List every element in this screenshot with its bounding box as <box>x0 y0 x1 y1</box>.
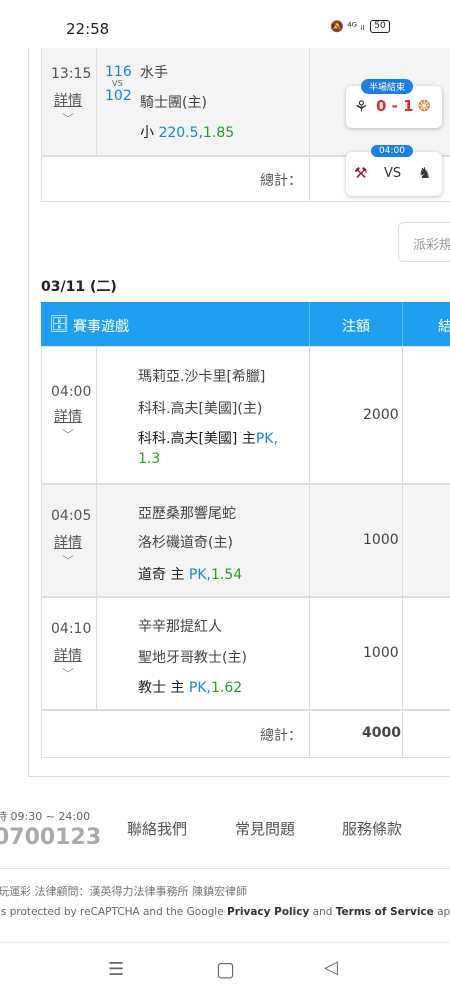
header-result: 結 <box>438 319 450 335</box>
date-label: 03/11 (二) <box>41 279 117 295</box>
database-icon: 🗄 <box>49 314 70 333</box>
bet-prefix: 小 <box>140 125 154 141</box>
team-logo-icon: ❂ <box>418 97 431 115</box>
recaptcha-text: is protected by reCAPTCHA and the Google <box>0 906 228 918</box>
payout-rules-button[interactable]: 派彩規 <box>398 222 450 262</box>
total-label: 總計： <box>260 728 302 744</box>
legal-text: 玩運彩 法律顧問：漢英得力法律事務所 陳鎮宏律師 <box>0 885 247 898</box>
team-logo-icon: ⚘ <box>354 97 369 116</box>
team-b: 聖地牙哥教士(主) <box>138 650 247 666</box>
detail-link[interactable]: 詳情 <box>54 645 82 665</box>
match-time: 13:15 <box>51 66 92 82</box>
system-nav-bar: ☰ ▢ ◁ <box>0 942 450 1000</box>
team-b: 科科.高夫[美國](主) <box>138 401 263 417</box>
detail-link[interactable]: 詳情 <box>54 406 82 426</box>
bet-selection: 道奇 主 PK,1.54 <box>138 564 242 584</box>
bet-line: 220.5, <box>158 125 203 141</box>
halftime-badge: 半場結束 <box>361 79 414 94</box>
total-label: 總計： <box>260 173 302 189</box>
and-text: and <box>309 906 336 918</box>
score-a: 116 <box>105 64 132 80</box>
team-b: 洛杉磯道奇(主) <box>138 535 233 551</box>
bet-type: PK, <box>255 431 278 447</box>
footer-divider <box>0 868 450 869</box>
match-time: 04:05 <box>51 508 92 524</box>
bet-odds: 1.85 <box>202 125 235 141</box>
time-badge: 04:00 <box>371 145 413 157</box>
bet-odds: 1.3 <box>138 451 161 467</box>
team-a: 辛辛那提紅人 <box>138 619 222 635</box>
recaptcha-notice: is protected by reCAPTCHA and the Google… <box>0 906 450 918</box>
bet-team: 科科.高夫[美國] 主 <box>138 431 256 447</box>
chevron-down-icon[interactable]: ﹀ <box>62 665 74 682</box>
contact-us-link[interactable]: 聯絡我們 <box>127 818 187 839</box>
service-phone[interactable]: 0700123 <box>0 825 101 850</box>
terms-link[interactable]: 服務條款 <box>342 818 402 839</box>
bet-team: 道奇 主 <box>138 567 185 583</box>
team-b: 騎士團(主) <box>140 95 207 111</box>
bet-selection: 小 220.5,1.85 <box>140 122 234 142</box>
battery-icon: 50 <box>370 20 390 33</box>
privacy-policy-link[interactable]: Privacy Policy <box>227 906 309 918</box>
terms-of-service-link[interactable]: Terms of Service <box>336 906 434 918</box>
bet-amount: 2000 <box>363 407 399 423</box>
home-icon[interactable]: ▢ <box>216 957 235 981</box>
bet-odds: 1.54 <box>210 567 243 583</box>
bet-selection: 科科.高夫[美國] 主PK, <box>138 428 278 448</box>
total-value: 4000 <box>362 725 401 741</box>
match-time: 04:00 <box>51 384 92 400</box>
chevron-down-icon[interactable]: ﹀ <box>62 552 74 569</box>
recaptcha-tail: app <box>437 906 450 918</box>
table-header: 🗄 賽事遊戲 注額 結 <box>41 302 450 346</box>
chevron-down-icon[interactable]: ﹀ <box>62 426 74 443</box>
header-game: 賽事遊戲 <box>73 319 129 335</box>
chevron-down-icon[interactable]: ﹀ <box>62 110 74 127</box>
header-amount: 注額 <box>342 319 370 335</box>
back-icon[interactable]: ◁ <box>324 957 338 978</box>
match-time: 04:10 <box>51 621 92 637</box>
team-a: 亞歷桑那響尾蛇 <box>138 506 236 522</box>
vs-label: VS <box>384 166 402 181</box>
team-a: 水手 <box>140 65 168 81</box>
live-score: 0 - 1 <box>376 97 414 115</box>
score-b: 102 <box>105 88 132 104</box>
bet-type: PK, <box>188 567 211 583</box>
vs-label: VS <box>112 79 123 88</box>
container-left-border <box>28 48 29 776</box>
bet-odds: 1.62 <box>210 680 243 696</box>
container-bottom-border <box>28 776 450 777</box>
faq-link[interactable]: 常見問題 <box>235 818 295 839</box>
upcoming-match-card[interactable]: ⚒ VS ♞ <box>346 152 442 196</box>
team-a: 瑪莉亞.沙卡里[希臘] <box>138 369 266 385</box>
menu-icon[interactable]: ☰ <box>108 959 124 980</box>
service-hours: 時 09:30 ~ 24:00 <box>0 810 91 823</box>
bet-amount: 1000 <box>363 532 399 548</box>
bet-type: PK, <box>188 680 211 696</box>
payout-rules-label: 派彩規 <box>413 238 450 253</box>
bet-team: 教士 主 <box>138 680 185 696</box>
status-time: 22:58 <box>66 20 110 38</box>
signal-icon: 🔕 ⁴ᴳ ᵢₗ <box>330 20 365 33</box>
bet-amount: 1000 <box>363 645 399 661</box>
status-icons: 🔕 ⁴ᴳ ᵢₗ 50 <box>330 20 390 33</box>
detail-link[interactable]: 詳情 <box>54 532 82 552</box>
team-logo-icon: ♞ <box>418 164 432 182</box>
team-logo-icon: ⚒ <box>354 164 368 182</box>
status-bar: 22:58 🔕 ⁴ᴳ ᵢₗ 50 <box>0 0 450 48</box>
bet-selection: 教士 主 PK,1.62 <box>138 677 242 697</box>
detail-link[interactable]: 詳情 <box>54 90 82 110</box>
